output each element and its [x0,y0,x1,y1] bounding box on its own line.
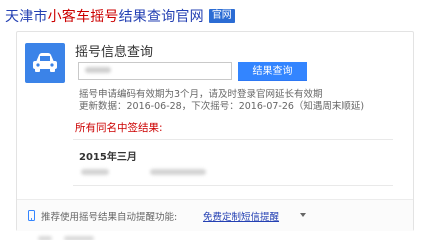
query-input[interactable] [78,62,232,80]
month-label: 2015年三月 [79,152,137,163]
caret-down-icon[interactable] [300,213,306,217]
blurred-input-value [85,66,111,73]
blurred-footer-text [38,236,52,240]
blurred-name [81,169,109,175]
sms-reminder-link[interactable]: 免费定制短信提醒 [203,209,279,223]
result-title-link[interactable]: 天津市小客车摇号结果查询官网 [5,6,204,26]
query-card: 摇号信息查询 结果查询 摇号申请编码有效期为3个月，请及时登录官网延长有效期 更… [16,31,414,231]
title-prefix: 天津市 [5,9,48,25]
reminder-text: 推荐使用摇号结果自动提醒功能: [41,212,178,223]
reminder-bar: 推荐使用摇号结果自动提醒功能: 免费定制短信提醒 [17,199,413,231]
results-heading: 所有同名中签结果: [75,122,163,134]
blurred-code [150,169,206,175]
query-button[interactable]: 结果查询 [238,62,307,81]
blurred-footer-text [64,236,94,240]
divider [73,185,393,186]
divider [73,139,393,140]
phone-icon [28,210,35,221]
section-title: 摇号信息查询 [75,45,154,60]
car-icon-graphic [33,53,57,72]
title-suffix: 结果查询官网 [118,9,204,25]
title-highlight: 小客车摇号 [47,9,119,25]
official-badge: 官网 [208,9,235,23]
update-info: 更新数据：2016-06-28，下次摇号：2016-07-26（知遇周末顺延) [79,101,365,112]
result-title-row: 天津市小客车摇号结果查询官网 官网 [5,6,235,26]
car-icon [25,43,65,83]
